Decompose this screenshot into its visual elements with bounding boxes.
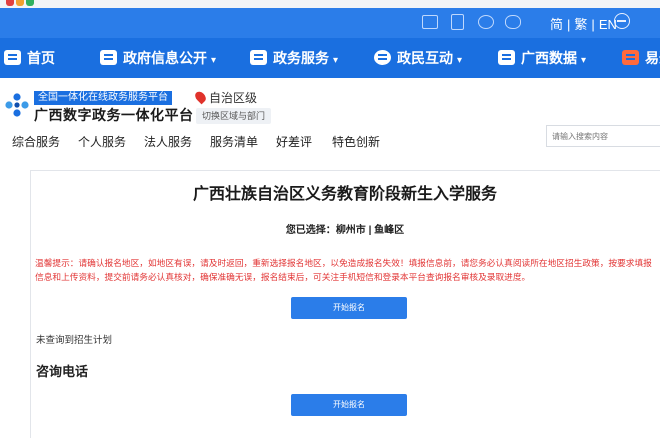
search-input[interactable] xyxy=(546,125,660,147)
wechat-icon[interactable] xyxy=(505,15,521,29)
weibo-icon[interactable] xyxy=(478,15,494,29)
platform-logo xyxy=(5,93,29,117)
nav-item-label: 首页 xyxy=(27,50,55,66)
region-label: 自治区级 xyxy=(209,91,258,105)
chevron-down-icon: ▾ xyxy=(457,55,463,66)
location-pin-icon xyxy=(193,89,208,105)
logo-tagline: 全国一体化在线政务服务平台 xyxy=(34,91,172,105)
main-nav: 首页 政府信息公开 ▾ 政务服务 ▾ 政民互动 ▾ 广西数据 ▾ 易递 xyxy=(0,38,660,78)
tab-indicator-icon xyxy=(6,0,14,6)
start-registration-button-secondary[interactable]: 开始报名 xyxy=(291,394,407,416)
browser-top-strip xyxy=(0,0,660,8)
nav-item-label: 政府信息公开 xyxy=(123,50,207,66)
consult-phone-heading: 咨询电话 xyxy=(36,364,89,379)
lang-separator: | xyxy=(591,17,595,32)
selected-region-prefix: 您已选择： xyxy=(285,225,336,236)
page-title: 广西壮族自治区义务教育阶段新生入学服务 xyxy=(192,186,497,203)
lang-traditional-link[interactable]: 繁 xyxy=(574,17,587,32)
selected-region: 您已选择：柳州市 | 鱼峰区 xyxy=(0,221,660,236)
delivery-icon xyxy=(622,50,639,65)
logo-title[interactable]: 广西数字政务一体化平台 xyxy=(34,105,194,125)
sub-nav-item[interactable]: 特色创新 xyxy=(332,133,380,150)
sub-nav: 综合服务 个人服务 法人服务 服务清单 好差评 特色创新 xyxy=(0,130,545,152)
nav-item-interaction[interactable]: 政民互动 ▾ xyxy=(374,38,462,78)
nav-item-label: 政务服务 xyxy=(273,50,329,66)
language-switcher: 简 | 繁 | EN xyxy=(548,14,619,33)
chat-icon xyxy=(374,50,391,65)
tab-indicator-icon xyxy=(16,0,24,6)
home-icon xyxy=(4,50,21,65)
data-icon xyxy=(498,50,515,65)
chevron-down-icon: ▾ xyxy=(211,55,217,66)
utility-bar: 简 | 繁 | EN xyxy=(0,8,660,38)
nav-item-home[interactable]: 首页 xyxy=(4,38,55,78)
sub-nav-item[interactable]: 综合服务 xyxy=(12,133,60,150)
notice-text: 温馨提示：请确认报名地区，如地区有误，请及时返回，重新选择报名地区，以免造成报名… xyxy=(35,258,652,282)
sub-nav-item[interactable]: 服务清单 xyxy=(210,133,258,150)
nav-item-delivery[interactable]: 易递 xyxy=(622,38,660,78)
lang-simplified-link[interactable]: 简 xyxy=(550,17,563,32)
nav-item-guangxi-data[interactable]: 广西数据 ▾ xyxy=(498,38,586,78)
region-indicator: 自治区级 xyxy=(193,89,258,106)
selected-region-value: 柳州市 | 鱼峰区 xyxy=(335,225,405,236)
sub-nav-item[interactable]: 好差评 xyxy=(276,133,312,150)
mail-icon[interactable] xyxy=(422,15,438,29)
accessibility-icon[interactable] xyxy=(614,13,630,29)
nav-item-gov-info[interactable]: 政府信息公开 ▾ xyxy=(100,38,216,78)
nav-item-label: 政民互动 xyxy=(397,50,453,66)
start-registration-button[interactable]: 开始报名 xyxy=(291,297,407,319)
chevron-down-icon: ▾ xyxy=(581,55,587,66)
sub-nav-item[interactable]: 个人服务 xyxy=(78,133,126,150)
document-icon xyxy=(100,50,117,65)
nav-item-gov-services[interactable]: 政务服务 ▾ xyxy=(250,38,338,78)
sub-nav-item[interactable]: 法人服务 xyxy=(144,133,192,150)
lang-separator: | xyxy=(567,17,571,32)
tab-indicator-icon xyxy=(26,0,34,6)
switch-region-button[interactable]: 切换区域与部门 xyxy=(196,108,272,124)
nav-item-label: 易递 xyxy=(645,50,660,66)
no-plan-message: 未查询到招生计划 xyxy=(36,335,113,346)
service-icon xyxy=(250,50,267,65)
chevron-down-icon: ▾ xyxy=(333,55,339,66)
nav-item-label: 广西数据 xyxy=(521,50,577,66)
tablet-icon[interactable] xyxy=(451,14,464,30)
